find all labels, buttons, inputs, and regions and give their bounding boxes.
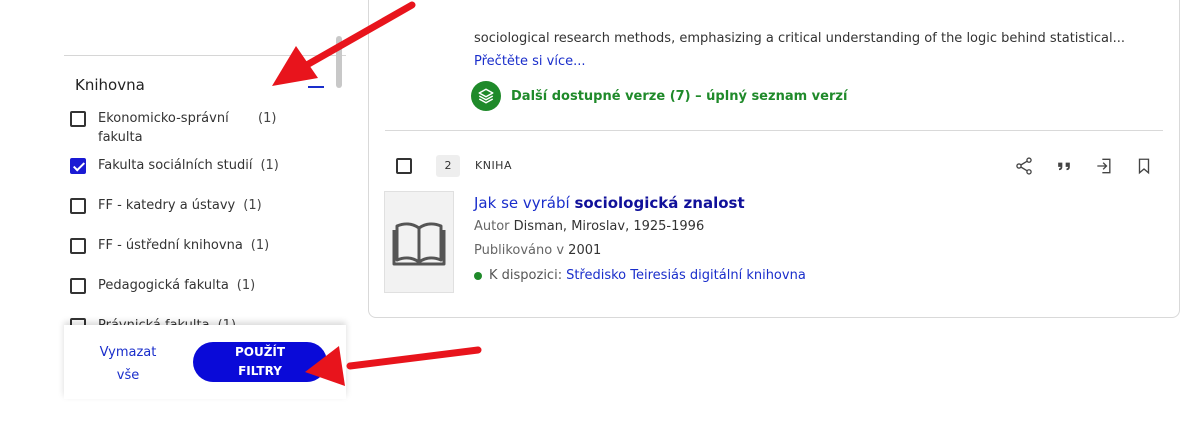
clear-all-button[interactable]: Vymazat vše (98, 341, 158, 387)
availability-label: K dispozici: (489, 268, 563, 283)
facet-item-pedf[interactable]: Pedagogická fakulta (1) (70, 276, 255, 295)
facet-count: (1) (243, 198, 262, 213)
record-divider (385, 130, 1163, 131)
filter-footer: Vymazat vše POUŽÍT FILTRY (64, 325, 346, 399)
facet-label: Fakulta sociálních studií (98, 158, 253, 173)
apply-filters-button[interactable]: POUŽÍT FILTRY (193, 342, 327, 382)
facet-count: (1) (258, 111, 277, 126)
published-label: Publikováno v (474, 243, 565, 258)
share-icon[interactable] (1012, 154, 1036, 178)
record-published: Publikováno v 2001 (474, 243, 601, 258)
record-snippet: sociological research methods, emphasizi… (474, 31, 1126, 46)
layers-icon (471, 81, 501, 111)
facet-count: (1) (260, 158, 279, 173)
bookmark-icon[interactable] (1132, 154, 1156, 178)
record-actions (1012, 154, 1172, 178)
record-title-text: Jak se vyrábí (474, 194, 575, 212)
author-value: Disman, Miroslav, 1925-1996 (513, 219, 705, 234)
book-cover-thumbnail[interactable] (384, 191, 454, 293)
record-number: 2 (436, 155, 460, 177)
other-versions-text: Další dostupné verze (7) – úplný seznam … (511, 88, 848, 104)
facet-item-ff-katedry[interactable]: FF - katedry a ústavy (1) (70, 196, 262, 215)
facet-checkbox[interactable] (70, 198, 86, 214)
facet-item-ff-ustredni[interactable]: FF - ústřední knihovna (1) (70, 236, 269, 255)
published-value: 2001 (568, 243, 602, 258)
other-versions-link[interactable]: Další dostupné verze (7) – úplný seznam … (471, 81, 847, 111)
record-title-highlight: sociologická znalost (574, 194, 745, 212)
read-more-link[interactable]: Přečtěte si více... (474, 54, 586, 69)
author-label: Autor (474, 219, 510, 234)
facet-group-title: Knihovna (75, 76, 145, 94)
record-title-link[interactable]: Jak se vyrábí sociologická znalost (474, 194, 745, 212)
facet-count: (1) (236, 278, 256, 293)
facet-label: Pedagogická fakulta (98, 278, 229, 293)
record-author: Autor Disman, Miroslav, 1925-1996 (474, 219, 704, 234)
availability-library-link[interactable]: Středisko Teiresiás digitální knihovna (566, 268, 806, 283)
export-icon[interactable] (1092, 154, 1116, 178)
sidebar-scrollbar[interactable] (336, 36, 342, 88)
record-format: KNIHA (475, 159, 512, 172)
available-status-dot (474, 271, 482, 280)
facet-checkbox[interactable] (70, 278, 86, 294)
collapse-facet-button[interactable] (308, 86, 324, 88)
divider (64, 55, 346, 56)
facet-checkbox[interactable] (70, 238, 86, 254)
record-select-checkbox[interactable] (396, 158, 412, 174)
cite-icon[interactable] (1052, 154, 1076, 178)
facet-label: Ekonomicko-správní fakulta (98, 111, 229, 145)
facet-label: FF - ústřední knihovna (98, 238, 243, 253)
facet-label: FF - katedry a ústavy (98, 198, 236, 213)
facet-item-esf[interactable]: Ekonomicko-správní fakulta (1) (70, 109, 276, 147)
facet-count: (1) (250, 238, 270, 253)
facet-checkbox[interactable] (70, 158, 86, 174)
facet-item-fss[interactable]: Fakulta sociálních studií (1) (70, 156, 279, 175)
apply-filters-label: POUŽÍT FILTRY (234, 345, 286, 378)
record-availability: K dispozici: Středisko Teiresiás digitál… (474, 268, 806, 283)
facet-checkbox[interactable] (70, 111, 86, 127)
